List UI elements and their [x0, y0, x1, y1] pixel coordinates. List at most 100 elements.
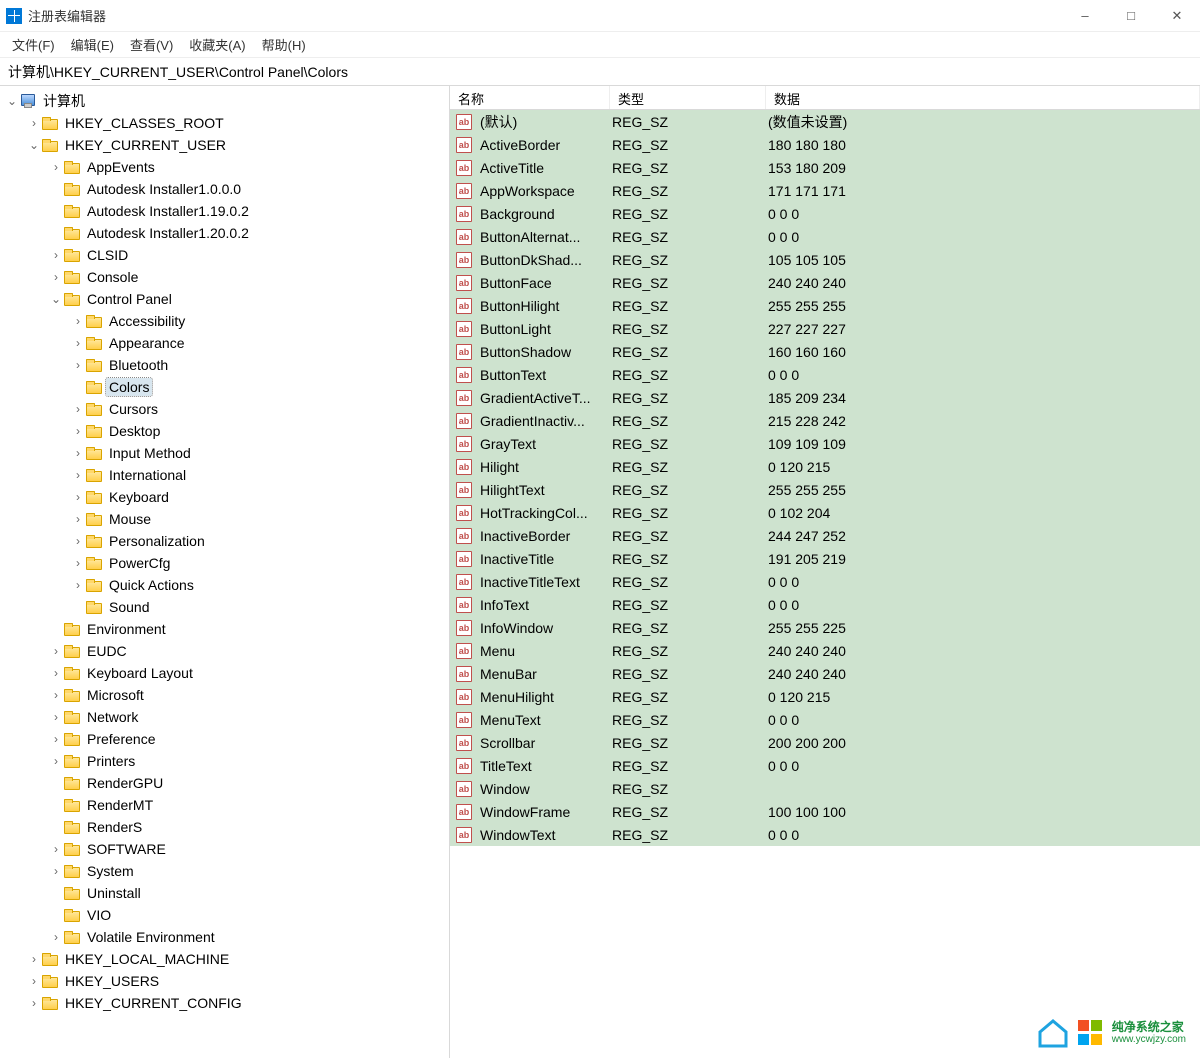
tree-hkcu-child[interactable]: ›Preference: [4, 728, 449, 750]
value-row[interactable]: WindowFrameREG_SZ100 100 100: [450, 800, 1200, 823]
tree-label[interactable]: Mouse: [106, 510, 154, 528]
chevron-right-icon[interactable]: ›: [48, 709, 64, 725]
tree-controlpanel-child[interactable]: Colors: [4, 376, 449, 398]
chevron-down-icon[interactable]: ⌄: [48, 291, 64, 307]
list-pane[interactable]: 名称 类型 数据 (默认)REG_SZ(数值未设置)ActiveBorderRE…: [450, 86, 1200, 1058]
tree-hkcu-child[interactable]: › System: [4, 860, 449, 882]
tree-controlpanel-child[interactable]: ›Accessibility: [4, 310, 449, 332]
tree-hkcu-child[interactable]: ›EUDC: [4, 640, 449, 662]
tree-label[interactable]: PowerCfg: [106, 554, 173, 572]
tree-controlpanel-child[interactable]: › Personalization: [4, 530, 449, 552]
value-row[interactable]: InactiveTitleREG_SZ191 205 219: [450, 547, 1200, 570]
value-row[interactable]: TitleTextREG_SZ0 0 0: [450, 754, 1200, 777]
tree-hkcu-child[interactable]: Uninstall: [4, 882, 449, 904]
chevron-right-icon[interactable]: ›: [48, 687, 64, 703]
tree-label[interactable]: Environment: [84, 620, 169, 638]
tree-controlpanel-child[interactable]: ›Cursors: [4, 398, 449, 420]
value-row[interactable]: ActiveTitleREG_SZ153 180 209: [450, 156, 1200, 179]
value-row[interactable]: GrayTextREG_SZ109 109 109: [450, 432, 1200, 455]
column-header-name[interactable]: 名称: [450, 86, 610, 109]
tree-label[interactable]: SOFTWARE: [84, 840, 169, 858]
tree-label[interactable]: Quick Actions: [106, 576, 197, 594]
chevron-down-icon[interactable]: ⌄: [4, 93, 20, 109]
tree-hkcu-child[interactable]: Autodesk Installer1.0.0.0: [4, 178, 449, 200]
tree-label[interactable]: Console: [84, 268, 141, 286]
value-row[interactable]: ButtonShadowREG_SZ160 160 160: [450, 340, 1200, 363]
chevron-right-icon[interactable]: ›: [48, 929, 64, 945]
menu-help[interactable]: 帮助(H): [256, 33, 312, 56]
tree-label[interactable]: RenderMT: [84, 796, 156, 814]
chevron-right-icon[interactable]: ›: [70, 445, 86, 461]
tree-label[interactable]: HKEY_CURRENT_CONFIG: [62, 994, 245, 1012]
tree-label[interactable]: Printers: [84, 752, 138, 770]
chevron-right-icon[interactable]: ›: [48, 247, 64, 263]
column-header-data[interactable]: 数据: [766, 86, 1200, 109]
tree-label[interactable]: RenderGPU: [84, 774, 166, 792]
tree-label[interactable]: HKEY_CLASSES_ROOT: [62, 114, 227, 132]
chevron-right-icon[interactable]: ›: [70, 401, 86, 417]
tree-label[interactable]: EUDC: [84, 642, 130, 660]
chevron-right-icon[interactable]: ›: [48, 159, 64, 175]
chevron-right-icon[interactable]: ›: [70, 533, 86, 549]
chevron-right-icon[interactable]: ›: [48, 841, 64, 857]
tree-label[interactable]: Bluetooth: [106, 356, 171, 374]
tree-controlpanel-child[interactable]: › Mouse: [4, 508, 449, 530]
menu-file[interactable]: 文件(F): [6, 33, 61, 56]
menu-favorites[interactable]: 收藏夹(A): [183, 33, 251, 56]
tree-label[interactable]: Microsoft: [84, 686, 147, 704]
tree-pane[interactable]: ⌄计算机›HKEY_CLASSES_ROOT⌄HKEY_CURRENT_USER…: [0, 86, 450, 1058]
close-button[interactable]: ✕: [1154, 0, 1200, 32]
tree-label[interactable]: Keyboard Layout: [84, 664, 196, 682]
value-row[interactable]: (默认)REG_SZ(数值未设置): [450, 110, 1200, 133]
value-row[interactable]: BackgroundREG_SZ0 0 0: [450, 202, 1200, 225]
chevron-right-icon[interactable]: ›: [70, 577, 86, 593]
value-row[interactable]: GradientActiveT...REG_SZ185 209 234: [450, 386, 1200, 409]
tree-label[interactable]: Personalization: [106, 532, 208, 550]
value-row[interactable]: InactiveBorderREG_SZ244 247 252: [450, 524, 1200, 547]
value-row[interactable]: HilightTextREG_SZ255 255 255: [450, 478, 1200, 501]
tree-label[interactable]: System: [84, 862, 137, 880]
chevron-right-icon[interactable]: ›: [48, 753, 64, 769]
value-row[interactable]: AppWorkspaceREG_SZ171 171 171: [450, 179, 1200, 202]
tree-hkcu-child[interactable]: › Microsoft: [4, 684, 449, 706]
tree-label[interactable]: AppEvents: [84, 158, 158, 176]
address-bar[interactable]: 计算机\HKEY_CURRENT_USER\Control Panel\Colo…: [0, 58, 1200, 86]
tree-hkcu-child[interactable]: ›Console: [4, 266, 449, 288]
tree-controlpanel-child[interactable]: › Appearance: [4, 332, 449, 354]
tree-controlpanel-child[interactable]: Sound: [4, 596, 449, 618]
tree-label[interactable]: Uninstall: [84, 884, 144, 902]
tree-label[interactable]: HKEY_CURRENT_USER: [62, 136, 229, 154]
chevron-right-icon[interactable]: ›: [70, 357, 86, 373]
tree-hkey-classes-root[interactable]: ›HKEY_CLASSES_ROOT: [4, 112, 449, 134]
tree-hkcu-child[interactable]: RenderS: [4, 816, 449, 838]
maximize-button[interactable]: □: [1108, 0, 1154, 32]
chevron-right-icon[interactable]: ›: [48, 863, 64, 879]
value-row[interactable]: MenuHilightREG_SZ0 120 215: [450, 685, 1200, 708]
tree-label[interactable]: RenderS: [84, 818, 145, 836]
tree-hkey-current-user[interactable]: ⌄HKEY_CURRENT_USER: [4, 134, 449, 156]
tree-hkcu-child[interactable]: VIO: [4, 904, 449, 926]
value-row[interactable]: InfoWindowREG_SZ255 255 225: [450, 616, 1200, 639]
value-row[interactable]: MenuTextREG_SZ0 0 0: [450, 708, 1200, 731]
chevron-right-icon[interactable]: ›: [70, 489, 86, 505]
value-row[interactable]: WindowREG_SZ: [450, 777, 1200, 800]
value-row[interactable]: InactiveTitleTextREG_SZ0 0 0: [450, 570, 1200, 593]
tree-label[interactable]: Appearance: [106, 334, 188, 352]
tree-label[interactable]: Autodesk Installer1.0.0.0: [84, 180, 244, 198]
tree-controlpanel-child[interactable]: › Quick Actions: [4, 574, 449, 596]
tree-label[interactable]: Control Panel: [84, 290, 175, 308]
chevron-right-icon[interactable]: ›: [70, 335, 86, 351]
tree-controlpanel-child[interactable]: ›Input Method: [4, 442, 449, 464]
tree-label[interactable]: Sound: [106, 598, 152, 616]
tree-hkcu-child[interactable]: Autodesk Installer1.19.0.2: [4, 200, 449, 222]
tree-hkey-current-config[interactable]: ›HKEY_CURRENT_CONFIG: [4, 992, 449, 1014]
value-row[interactable]: ActiveBorderREG_SZ180 180 180: [450, 133, 1200, 156]
chevron-right-icon[interactable]: ›: [70, 511, 86, 527]
menu-view[interactable]: 查看(V): [124, 33, 179, 56]
value-row[interactable]: InfoTextREG_SZ0 0 0: [450, 593, 1200, 616]
tree-hkcu-child[interactable]: › AppEvents: [4, 156, 449, 178]
tree-controlpanel-child[interactable]: ›PowerCfg: [4, 552, 449, 574]
tree-hkcu-child[interactable]: ›Keyboard Layout: [4, 662, 449, 684]
column-header-type[interactable]: 类型: [610, 86, 766, 109]
value-row[interactable]: GradientInactiv...REG_SZ215 228 242: [450, 409, 1200, 432]
